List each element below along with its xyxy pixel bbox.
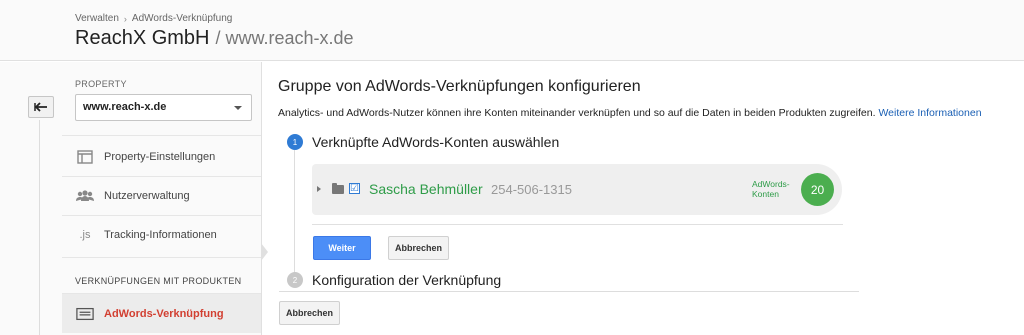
account-count-badge: 20 — [801, 173, 834, 206]
divider — [312, 224, 843, 225]
back-button[interactable] — [28, 96, 54, 118]
sidebar-item-label: Property-Einstellungen — [104, 150, 216, 163]
account-count-label: AdWords-Konten — [752, 179, 790, 199]
breadcrumb-item-adwords: AdWords-Verknüpfung — [131, 13, 233, 24]
js-icon: .js — [79, 228, 91, 241]
chevron-down-icon — [234, 106, 242, 110]
sidebar: PROPERTY www.reach-x.de Property-Einstel… — [62, 62, 262, 335]
main-content: Gruppe von AdWords-Verknüpfungen konfigu… — [262, 62, 1024, 335]
sidebar-item-property-settings[interactable]: Property-Einstellungen — [62, 137, 261, 176]
section-title-product-links: VERKNÜPFUNGEN MIT PRODUKTEN — [75, 276, 242, 286]
breadcrumb: Verwalten › AdWords-Verknüpfung — [75, 13, 232, 24]
account-id: 254-506-1315 — [491, 182, 572, 197]
page-header: Verwalten › AdWords-Verknüpfung ReachX G… — [0, 0, 1024, 61]
adwords-icon — [76, 306, 94, 322]
step-number-2: 2 — [287, 272, 303, 288]
sidebar-item-adwords-link[interactable]: AdWords-Verknüpfung — [62, 294, 261, 333]
learn-more-link[interactable]: Weitere Informationen — [878, 107, 981, 119]
property-settings-icon — [76, 149, 94, 165]
page-title: ReachX GmbH / www.reach-x.de — [75, 27, 354, 50]
folder-icon — [332, 183, 344, 194]
gutter-line — [39, 120, 40, 335]
property-select[interactable]: www.reach-x.de — [75, 94, 252, 121]
step-number-1: 1 — [287, 134, 303, 150]
step-title-2: Konfiguration der Verknüpfung — [312, 272, 502, 288]
divider — [62, 257, 261, 258]
sidebar-item-label: Nutzerverwaltung — [104, 189, 190, 202]
account-name-text: Sascha Behmüller — [369, 181, 483, 197]
description-text: Analytics- und AdWords-Nutzer können ihr… — [278, 107, 876, 119]
section-heading: Gruppe von AdWords-Verknüpfungen konfigu… — [278, 78, 641, 95]
property-select-value: www.reach-x.de — [83, 101, 167, 113]
expand-arrow-icon[interactable] — [317, 186, 321, 192]
description: Analytics- und AdWords-Nutzer können ihr… — [278, 107, 982, 119]
account-row[interactable]: ☑ Sascha Behmüller 254-506-1315 AdWords-… — [312, 164, 842, 215]
sidebar-item-label: AdWords-Verknüpfung — [104, 307, 224, 320]
breadcrumb-item-admin[interactable]: Verwalten — [75, 13, 119, 24]
step-title-1: Verknüpfte AdWords-Konten auswählen — [312, 134, 560, 150]
back-arrow-icon — [34, 102, 47, 112]
account-name: ReachX GmbH — [75, 27, 210, 49]
divider — [62, 135, 261, 136]
sidebar-item-user-management[interactable]: Nutzerverwaltung — [62, 176, 261, 215]
divider — [279, 291, 859, 292]
sidebar-item-label: Tracking-Informationen — [104, 228, 217, 241]
breadcrumb-separator: › — [123, 13, 127, 24]
step-connector — [294, 150, 295, 274]
account-checkbox[interactable]: ☑ — [349, 183, 360, 194]
property-label: PROPERTY — [75, 79, 127, 89]
cancel-button[interactable]: Abbrechen — [388, 236, 449, 260]
bottom-cancel-button[interactable]: Abbrechen — [279, 301, 340, 325]
next-button[interactable]: Weiter — [313, 236, 371, 260]
property-url: / www.reach-x.de — [215, 28, 354, 48]
sidebar-item-tracking-info[interactable]: .js Tracking-Informationen — [62, 215, 261, 254]
users-icon — [76, 188, 94, 204]
